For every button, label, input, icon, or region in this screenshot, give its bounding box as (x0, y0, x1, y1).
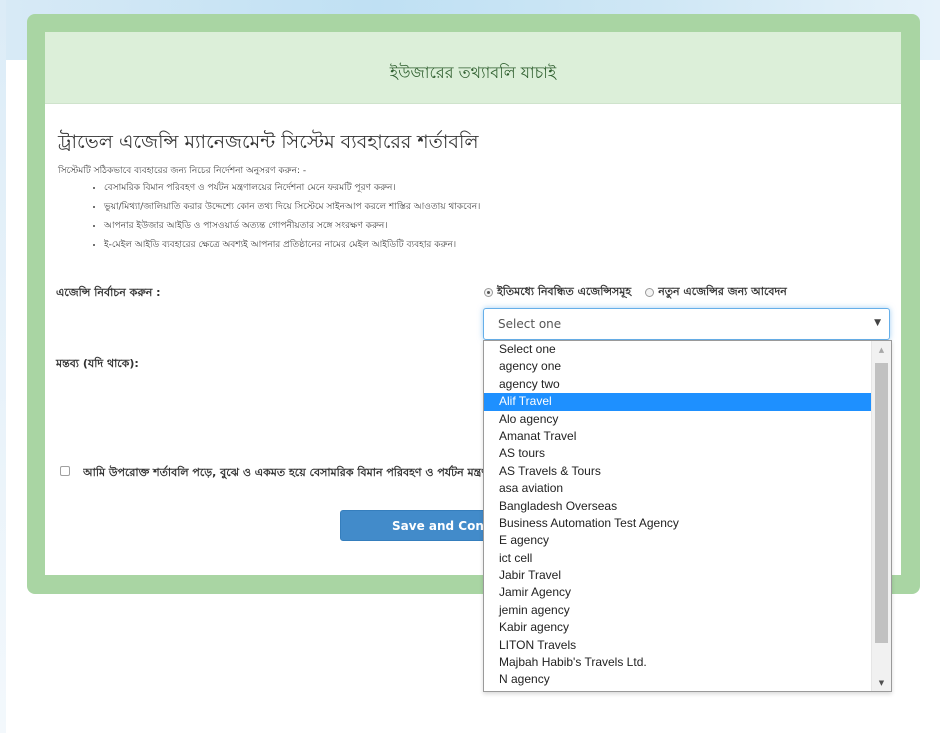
agency-option[interactable]: LITON Travels (484, 637, 871, 654)
terms-title: ট্রাভেল এজেন্সি ম্যানেজমেন্ট সিস্টেম ব্য… (58, 131, 479, 153)
agency-options: Select one agency one agency two Alif Tr… (484, 341, 871, 689)
agency-type-radio-group: ইতিমধ্যে নিবন্ধিত এজেন্সিসমূহ নতুন এজেন্… (484, 283, 787, 302)
agency-option[interactable]: N agency (484, 671, 871, 688)
panel-title: ইউজারের তথ্যাবলি যাচাই (389, 63, 557, 82)
terms-intro: সিস্টেমটি সঠিকভাবে ব্যবহারের জন্য নিচের … (58, 166, 307, 176)
agree-checkbox[interactable] (60, 466, 70, 476)
agency-select-label: এজেন্সি নির্বাচন করুন : (56, 286, 161, 299)
panel-header: ইউজারের তথ্যাবলি যাচাই (45, 32, 901, 104)
radio-existing-agency-label[interactable]: ইতিমধ্যে নিবন্ধিত এজেন্সিসমূহ (497, 283, 631, 302)
radio-existing-agency[interactable] (484, 288, 493, 297)
agency-option[interactable]: ict cell (484, 550, 871, 567)
scrollbar-thumb[interactable] (875, 363, 888, 643)
save-and-continue-button[interactable]: Save and Continue (340, 510, 490, 541)
agency-option[interactable]: Jamir Agency (484, 584, 871, 601)
agency-option[interactable]: asa aviation (484, 480, 871, 497)
agency-option[interactable]: Jabir Travel (484, 567, 871, 584)
agency-option[interactable]: E agency (484, 532, 871, 549)
dropdown-arrow-icon: ▼ (874, 318, 881, 328)
agency-option[interactable]: Select one (484, 341, 871, 358)
agency-option[interactable]: AS Travels & Tours (484, 463, 871, 480)
agency-option[interactable]: Business Automation Test Agency (484, 515, 871, 532)
dropdown-scrollbar[interactable]: ▲ ▼ (871, 341, 891, 691)
agency-select-value: Select one (498, 317, 562, 331)
agency-option[interactable]: agency two (484, 376, 871, 393)
agency-select[interactable]: Select one ▼ (483, 308, 890, 340)
agency-option-highlighted[interactable]: Alif Travel (484, 393, 871, 411)
terms-rule-item: আপনার ইউজার আইডি ও পাসওয়ার্ড অত্যন্ত গো… (104, 217, 480, 236)
radio-new-agency[interactable] (645, 288, 655, 297)
radio-new-agency-label[interactable]: নতুন এজেন্সির জন্য আবেদন (658, 283, 787, 302)
terms-rule-item: ভুয়া/মিথ্যা/জালিয়াতি করার উদ্দেশ্যে কো… (104, 198, 480, 217)
agency-option[interactable]: jemin agency (484, 602, 871, 619)
comment-label: মন্তব্য (যদি থাকে): (56, 357, 139, 370)
scroll-up-arrow-icon[interactable]: ▲ (872, 341, 891, 358)
scroll-down-arrow-icon[interactable]: ▼ (872, 674, 891, 691)
agency-option[interactable]: Majbah Habib's Travels Ltd. (484, 654, 871, 671)
agency-option[interactable]: Alo agency (484, 411, 871, 428)
agency-option[interactable]: Bangladesh Overseas (484, 498, 871, 515)
agency-option[interactable]: agency one (484, 358, 871, 375)
agency-dropdown-list[interactable]: Select one agency one agency two Alif Tr… (483, 340, 892, 692)
page-background-edge (0, 0, 6, 733)
terms-rule-item: বেসামরিক বিমান পরিবহণ ও পর্যটন মন্ত্রণাল… (104, 179, 480, 198)
terms-rule-item: ই-মেইল আইডি ব্যবহারের ক্ষেত্রে অবশ্যই আপ… (104, 236, 480, 255)
terms-rules-list: বেসামরিক বিমান পরিবহণ ও পর্যটন মন্ত্রণাল… (90, 179, 480, 255)
agree-text: আমি উপরোক্ত শর্তাবলি পড়ে, বুঝে ও একমত হ… (83, 466, 483, 479)
agency-option[interactable]: AS tours (484, 445, 871, 462)
agency-option[interactable]: Amanat Travel (484, 428, 871, 445)
agency-option[interactable]: Kabir agency (484, 619, 871, 636)
